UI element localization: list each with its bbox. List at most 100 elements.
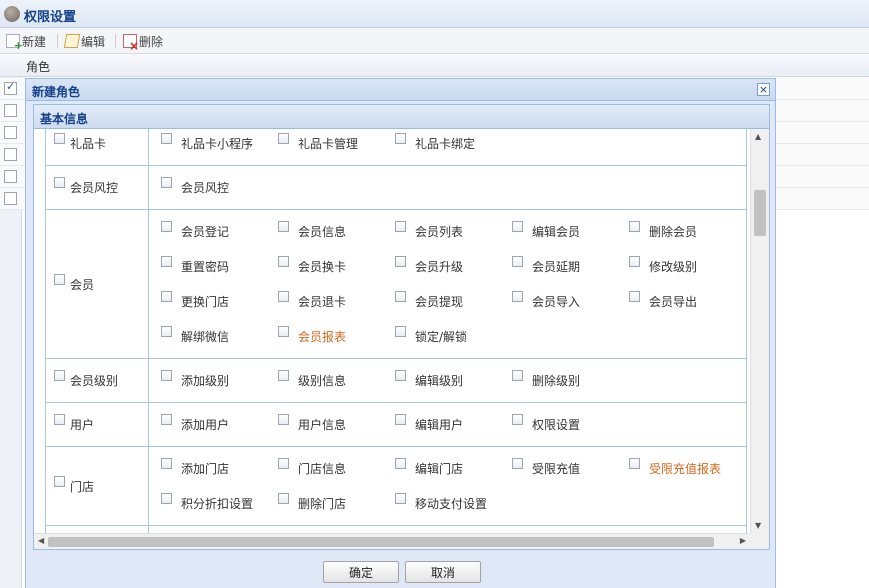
permission-checkbox[interactable] bbox=[278, 291, 289, 302]
permission-checkbox[interactable] bbox=[161, 256, 172, 267]
permission-checkbox[interactable] bbox=[395, 326, 406, 337]
permission-item[interactable]: 礼品卡小程序 bbox=[161, 129, 278, 161]
module-checkbox[interactable] bbox=[54, 475, 65, 487]
permission-checkbox[interactable] bbox=[161, 458, 172, 469]
permission-item[interactable]: 礼品卡绑定 bbox=[395, 129, 512, 161]
permission-item[interactable]: 编辑会员 bbox=[512, 214, 629, 249]
scroll-right-icon[interactable]: ▶ bbox=[740, 536, 746, 545]
permission-checkbox[interactable] bbox=[161, 370, 172, 381]
row-checkbox[interactable] bbox=[4, 192, 17, 205]
permission-checkbox[interactable] bbox=[395, 493, 406, 504]
permission-item[interactable]: 重置密码 bbox=[161, 249, 278, 284]
permission-item[interactable]: 删除门店 bbox=[278, 486, 395, 521]
permission-item[interactable]: 礼品卡管理 bbox=[278, 129, 395, 161]
permission-checkbox[interactable] bbox=[278, 221, 289, 232]
permission-checkbox[interactable] bbox=[161, 326, 172, 337]
permission-checkbox[interactable] bbox=[395, 256, 406, 267]
permission-checkbox[interactable] bbox=[395, 133, 406, 144]
permission-item[interactable]: 编辑用户 bbox=[395, 407, 512, 442]
permission-item[interactable]: 会员升级 bbox=[395, 249, 512, 284]
permission-checkbox[interactable] bbox=[629, 458, 640, 469]
permission-item[interactable]: 权限设置 bbox=[512, 407, 629, 442]
new-button[interactable]: 新建 bbox=[6, 32, 46, 52]
permission-item[interactable]: 积分折扣设置 bbox=[161, 486, 278, 521]
permission-item[interactable]: 删除会员 bbox=[629, 214, 746, 249]
permission-checkbox[interactable] bbox=[161, 221, 172, 232]
permission-checkbox[interactable] bbox=[512, 458, 523, 469]
module-checkbox-label[interactable]: 会员 bbox=[54, 273, 148, 293]
edit-button[interactable]: 编辑 bbox=[63, 32, 105, 50]
vertical-scrollbar[interactable]: ▲ ▼ bbox=[750, 129, 769, 533]
permission-checkbox[interactable] bbox=[512, 221, 523, 232]
permission-checkbox[interactable] bbox=[512, 291, 523, 302]
permission-item[interactable]: 会员登记 bbox=[161, 214, 278, 249]
permission-checkbox[interactable] bbox=[278, 326, 289, 337]
permission-item[interactable]: 编辑级别 bbox=[395, 363, 512, 398]
permission-checkbox[interactable] bbox=[278, 370, 289, 381]
permission-item[interactable]: 会员信息 bbox=[278, 214, 395, 249]
scroll-up-icon[interactable]: ▲ bbox=[755, 132, 761, 141]
permission-checkbox[interactable] bbox=[512, 256, 523, 267]
permission-checkbox[interactable] bbox=[278, 133, 289, 144]
close-icon[interactable]: × bbox=[757, 83, 770, 96]
ok-button[interactable]: 确定 bbox=[323, 561, 399, 583]
module-checkbox[interactable] bbox=[54, 133, 65, 144]
permission-item[interactable]: 编辑门店 bbox=[395, 451, 512, 486]
row-checkbox[interactable] bbox=[4, 148, 17, 161]
permission-item[interactable]: 锁定/解锁 bbox=[395, 319, 512, 354]
module-checkbox[interactable] bbox=[54, 273, 65, 285]
module-checkbox-label[interactable]: 会员风控 bbox=[54, 177, 148, 196]
permission-checkbox[interactable] bbox=[512, 370, 523, 381]
permission-item[interactable]: 会员导出 bbox=[629, 284, 746, 319]
permission-item[interactable]: 受限充值 bbox=[512, 451, 629, 486]
permission-item[interactable]: 会员提现 bbox=[395, 284, 512, 319]
permission-checkbox[interactable] bbox=[395, 458, 406, 469]
permission-checkbox[interactable] bbox=[278, 458, 289, 469]
permission-checkbox[interactable] bbox=[161, 177, 172, 188]
permission-checkbox[interactable] bbox=[161, 133, 172, 144]
permission-checkbox[interactable] bbox=[161, 414, 172, 425]
permission-checkbox[interactable] bbox=[629, 291, 640, 302]
delete-button[interactable]: 删除 bbox=[123, 32, 163, 53]
permission-item[interactable]: 会员报表 bbox=[278, 319, 395, 354]
vertical-scroll-thumb[interactable] bbox=[754, 190, 766, 236]
horizontal-scrollbar[interactable]: ◀ ▶ bbox=[34, 533, 750, 549]
permission-item[interactable]: 门店信息 bbox=[278, 451, 395, 486]
permission-item[interactable]: 移动支付设置 bbox=[395, 486, 512, 521]
scroll-left-icon[interactable]: ◀ bbox=[38, 536, 44, 545]
module-checkbox-label[interactable]: 会员级别 bbox=[54, 370, 148, 389]
module-checkbox-label[interactable]: 门店 bbox=[54, 475, 148, 495]
permission-checkbox[interactable] bbox=[395, 370, 406, 381]
row-checkbox[interactable] bbox=[4, 104, 17, 117]
permission-item[interactable]: 用户信息 bbox=[278, 407, 395, 442]
permission-checkbox[interactable] bbox=[161, 493, 172, 504]
permission-checkbox[interactable] bbox=[278, 256, 289, 267]
module-checkbox-label[interactable]: 用户 bbox=[54, 414, 148, 433]
permission-item[interactable]: 更换门店 bbox=[161, 284, 278, 319]
module-checkbox[interactable] bbox=[54, 370, 65, 381]
permission-item[interactable]: 会员换卡 bbox=[278, 249, 395, 284]
permission-item[interactable]: 添加用户 bbox=[161, 407, 278, 442]
permission-item[interactable]: 会员退卡 bbox=[278, 284, 395, 319]
permission-checkbox[interactable] bbox=[629, 256, 640, 267]
module-checkbox-label[interactable]: 礼品卡 bbox=[54, 133, 148, 152]
row-checkbox[interactable] bbox=[4, 170, 17, 183]
permission-item[interactable]: 受限充值报表 bbox=[629, 451, 746, 486]
module-checkbox[interactable] bbox=[54, 414, 65, 425]
permission-item[interactable]: 修改级别 bbox=[629, 249, 746, 284]
permission-item[interactable]: 会员延期 bbox=[512, 249, 629, 284]
permission-item[interactable]: 会员列表 bbox=[395, 214, 512, 249]
permission-checkbox[interactable] bbox=[161, 291, 172, 302]
scroll-down-icon[interactable]: ▼ bbox=[755, 521, 761, 530]
permission-checkbox[interactable] bbox=[278, 493, 289, 504]
module-checkbox[interactable] bbox=[54, 177, 65, 188]
permission-item[interactable]: 解绑微信 bbox=[161, 319, 278, 354]
row-checkbox[interactable] bbox=[4, 126, 17, 139]
row-checkbox[interactable] bbox=[4, 80, 17, 95]
permission-item[interactable]: 添加门店 bbox=[161, 451, 278, 486]
permission-item[interactable]: 删除级别 bbox=[512, 363, 629, 398]
permission-checkbox[interactable] bbox=[629, 221, 640, 232]
permission-checkbox[interactable] bbox=[395, 221, 406, 232]
permission-item[interactable]: 会员风控 bbox=[161, 170, 278, 205]
permission-item[interactable]: 级别信息 bbox=[278, 363, 395, 398]
